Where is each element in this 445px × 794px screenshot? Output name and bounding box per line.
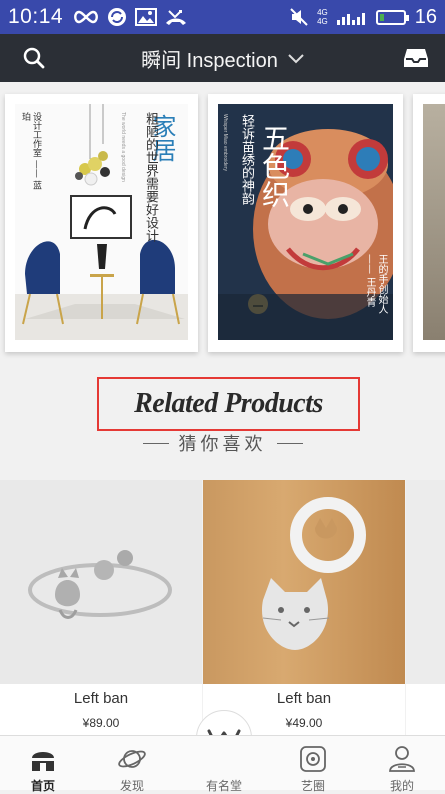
tab-label: 我的 [389, 779, 414, 793]
poster-side-text: 设计工作室 —— 蓝珀 [20, 112, 41, 190]
user-icon [389, 746, 415, 772]
section-title: Related Products [134, 388, 323, 419]
art-circle-icon [300, 746, 326, 772]
mute-icon [290, 6, 308, 28]
poster-english: The world needs a good design [120, 112, 126, 182]
poster2-side-text: 王的手创始人 —— 王丹青 [364, 254, 387, 314]
tab-art-circle[interactable]: 艺圈 [278, 736, 348, 793]
tab-label: 有名堂 [205, 779, 242, 793]
battery-icon [375, 9, 409, 25]
poster-subtitle: 粗陋的世界需要好设计 [143, 112, 158, 242]
product-name: Left ban [73, 690, 129, 707]
home-icon [32, 752, 54, 771]
search-icon[interactable] [22, 46, 46, 74]
earring-cat-illustration [261, 497, 366, 650]
product-image [406, 480, 445, 684]
battery-level: 16 [414, 5, 437, 28]
signal-label-a: 4G [317, 8, 328, 17]
signal-bars-icon [336, 6, 367, 28]
product-card-partial[interactable] [406, 480, 445, 735]
tab-famous-hall[interactable]: 有名堂 [189, 736, 259, 793]
product-list[interactable]: Left ban ¥89.00 Left ban ¥49.00 [0, 480, 445, 735]
bottom-tab-bar: 首页 发现 有名堂 艺圈 我的 [0, 735, 445, 793]
missed-call-icon [165, 6, 187, 28]
product-card[interactable]: Left ban ¥89.00 [0, 480, 202, 735]
poster-partial[interactable] [413, 94, 445, 352]
tab-label: 发现 [119, 779, 144, 793]
header-title-dropdown[interactable]: 瞬间 Inspection [141, 44, 304, 73]
infinity-icon [73, 6, 99, 28]
chevron-down-icon [288, 47, 304, 70]
divider-left [142, 442, 169, 444]
tab-mine[interactable]: 我的 [367, 736, 437, 793]
section-title-box: Related Products [97, 377, 360, 431]
poster-embroidery[interactable]: Whisper Miao embroidery 轻诉苗绣的神韵 五色织 王的手创… [208, 94, 403, 352]
product-name: Left ban [276, 690, 332, 707]
inbox-icon[interactable] [403, 46, 429, 74]
status-bar: 10:14 4G 4G 16 [0, 0, 445, 34]
poster-home-design[interactable]: 家居 粗陋的世界需要好设计 The world needs a good des… [5, 94, 198, 352]
product-image [203, 480, 405, 684]
status-time: 10:14 [8, 5, 64, 28]
tab-label: 艺圈 [300, 779, 325, 793]
ring-cat-illustration [28, 550, 172, 619]
sync-app-icon [107, 6, 127, 28]
poster-art-home: 家居 粗陋的世界需要好设计 The world needs a good des… [15, 104, 188, 340]
poster2-subtitle: 轻诉苗绣的神韵 [239, 114, 254, 205]
planet-icon [118, 750, 146, 768]
tab-home[interactable]: 首页 [8, 736, 78, 793]
tab-discover[interactable]: 发现 [97, 736, 167, 793]
signal-label-b: 4G [317, 17, 328, 26]
product-card[interactable]: Left ban ¥49.00 [203, 480, 405, 735]
header-title: 瞬间 Inspection [141, 49, 278, 72]
gallery-icon [135, 6, 158, 28]
poster-art-partial [423, 104, 445, 340]
poster-art-embroidery: Whisper Miao embroidery 轻诉苗绣的神韵 五色织 王的手创… [218, 104, 393, 340]
divider-right [276, 442, 303, 444]
section-subtitle: 猜你喜欢 [178, 434, 267, 455]
section-subtitle-row: 猜你喜欢 [0, 430, 445, 456]
signal-icon: 4G 4G [317, 6, 328, 28]
tab-label: 首页 [30, 779, 55, 793]
poster2-english: Whisper Miao embroidery [222, 114, 228, 171]
app-header: 瞬间 Inspection [0, 34, 445, 82]
product-price: ¥89.00 [82, 716, 120, 730]
banner-carousel[interactable]: 家居 粗陋的世界需要好设计 The world needs a good des… [0, 82, 445, 372]
product-image [0, 480, 202, 684]
poster2-main-title: 五色织 [258, 124, 291, 208]
